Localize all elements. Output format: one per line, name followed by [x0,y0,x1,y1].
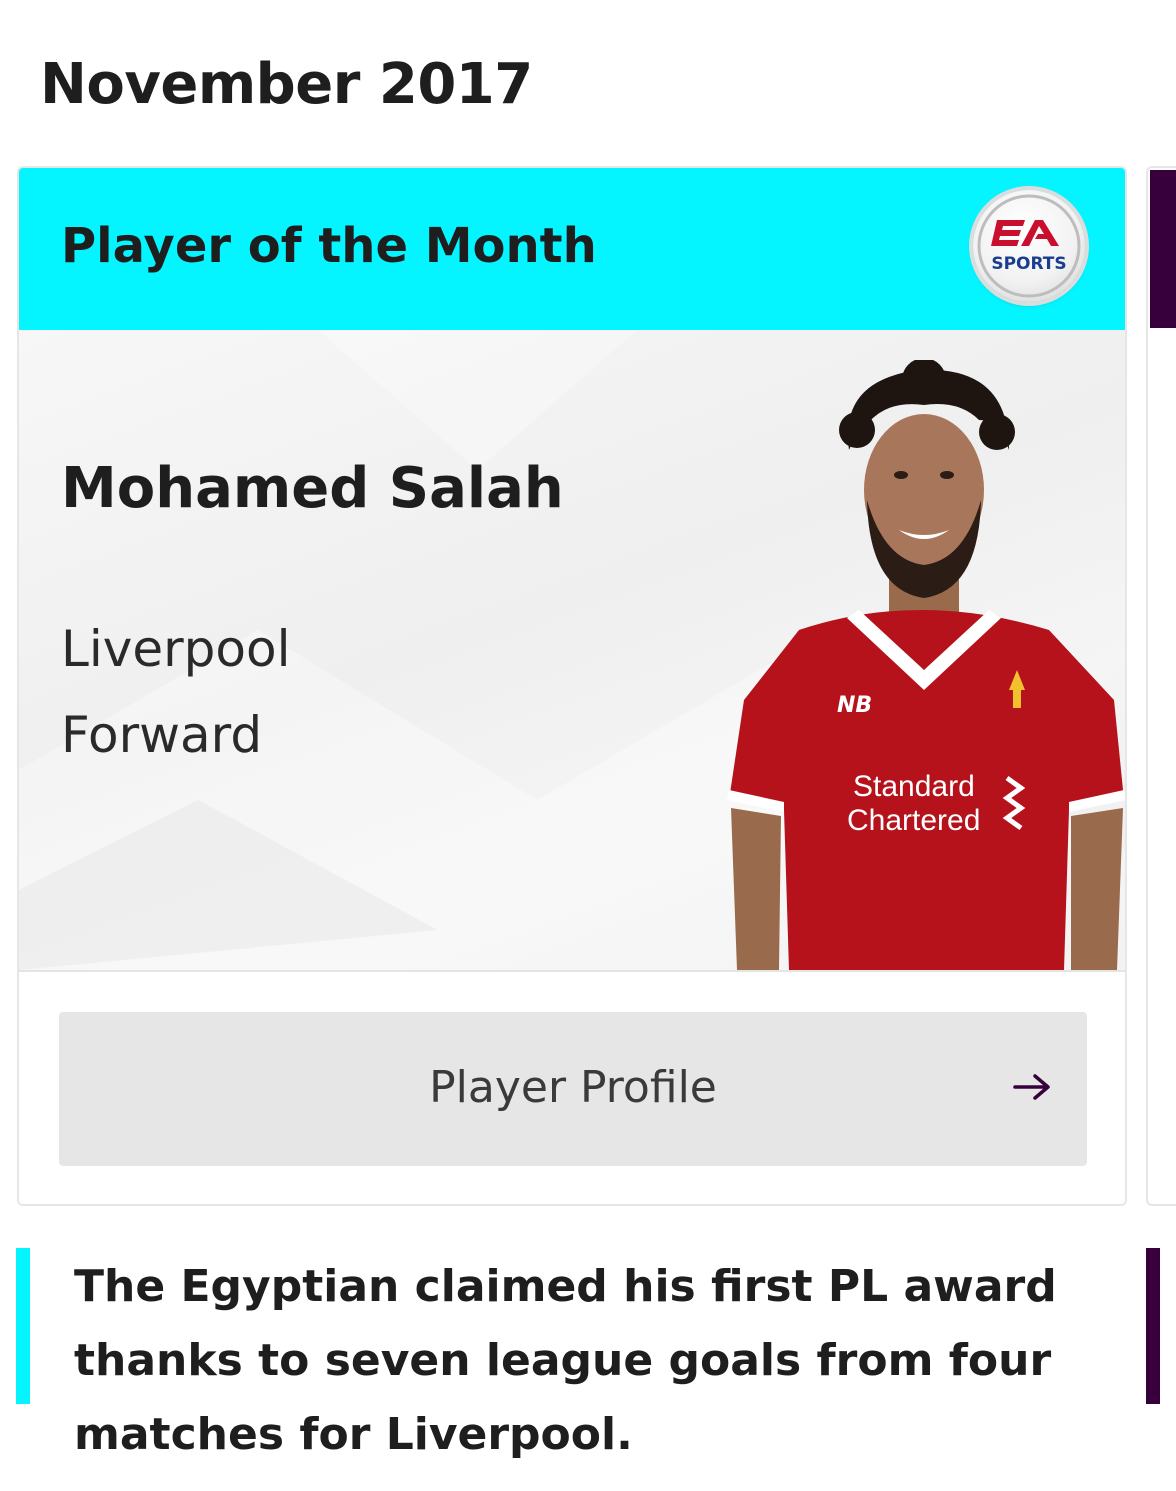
description-accent-bar [16,1248,30,1404]
player-position: Forward [61,706,263,764]
svg-text:SPORTS: SPORTS [991,254,1066,274]
award-title: Player of the Month [61,218,597,274]
player-name: Mohamed Salah [61,456,564,521]
svg-text:Standard: Standard [853,770,975,803]
player-info-panel: Mohamed Salah Liverpool Forward NB Stand… [19,330,1125,972]
month-heading: November 2017 [40,52,533,117]
player-club: Liverpool [61,620,291,678]
svg-text:NB: NB [837,693,872,718]
svg-text:Chartered: Chartered [847,804,980,837]
award-card[interactable]: Player of the Month SPORTS Mohamed Salah [17,166,1127,1206]
award-description: The Egyptian claimed his first PL award … [74,1261,1057,1460]
ea-sports-logo-icon: SPORTS [973,190,1085,302]
next-description-accent-bar [1146,1248,1160,1404]
next-award-card-header [1150,170,1176,328]
player-profile-button[interactable]: Player Profile [59,1012,1087,1166]
page: November 2017 Player of the Month SPORTS [0,0,1176,1491]
player-profile-label: Player Profile [429,1062,717,1113]
award-card-header: Player of the Month SPORTS [19,168,1125,330]
arrow-right-icon [1013,1074,1050,1100]
player-photo-icon: NB Standard Chartered [727,360,1125,970]
